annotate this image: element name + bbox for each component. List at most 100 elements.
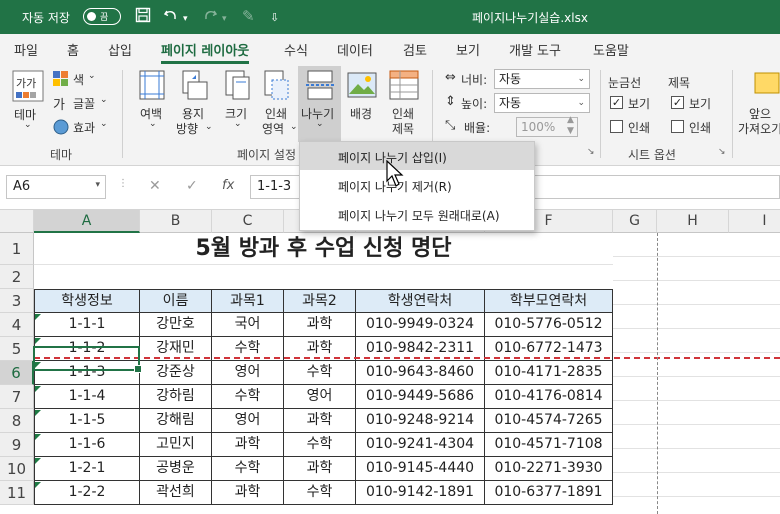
cancel-icon[interactable]: ✕ bbox=[149, 178, 161, 194]
tab-home[interactable]: 홈 bbox=[67, 40, 79, 59]
tab-data[interactable]: 데이터 bbox=[337, 40, 373, 59]
column-header[interactable]: I bbox=[729, 210, 780, 233]
headings-print-checkbox[interactable] bbox=[671, 120, 684, 133]
table-cell[interactable]: 곽선희 bbox=[140, 481, 212, 505]
tab-formulas[interactable]: 수식 bbox=[284, 40, 308, 59]
table-cell[interactable]: 1-1-1 bbox=[34, 313, 140, 337]
column-header[interactable]: B bbox=[140, 210, 212, 233]
effects-button[interactable]: 효과 bbox=[73, 119, 95, 136]
table-cell[interactable]: 010-5776-0512 bbox=[485, 313, 613, 337]
active-cell-selection[interactable] bbox=[33, 346, 142, 373]
orientation-dropdown-icon[interactable]: ⌄ bbox=[205, 122, 213, 132]
background-button[interactable]: 배경 bbox=[350, 105, 372, 122]
table-cell[interactable]: 국어 bbox=[212, 313, 284, 337]
fonts-button[interactable]: 글꼴 bbox=[73, 95, 95, 112]
chevron-down-icon[interactable]: ▾ bbox=[95, 180, 100, 190]
print-area-icon[interactable] bbox=[264, 70, 290, 103]
table-cell[interactable]: 고민지 bbox=[140, 433, 212, 457]
row-header[interactable]: 10 bbox=[0, 457, 34, 481]
row-header[interactable]: 11 bbox=[0, 481, 34, 505]
table-cell[interactable]: 010-4176-0814 bbox=[485, 385, 613, 409]
gridlines-view-checkbox[interactable]: ✓ bbox=[610, 96, 623, 109]
table-cell[interactable]: 010-9643-8460 bbox=[356, 361, 485, 385]
table-cell[interactable]: 010-9248-9214 bbox=[356, 409, 485, 433]
tab-file[interactable]: 파일 bbox=[14, 40, 38, 59]
table-header[interactable]: 학부모연락처 bbox=[485, 289, 613, 313]
undo-icon[interactable] bbox=[163, 7, 179, 27]
table-cell[interactable]: 010-6377-1891 bbox=[485, 481, 613, 505]
row-header[interactable]: 4 bbox=[0, 313, 34, 337]
autosave-toggle[interactable]: 끔 bbox=[83, 8, 121, 25]
bring-forward-line2[interactable]: 가져오기 bbox=[738, 120, 780, 137]
colors-dropdown-icon[interactable]: ⌄ bbox=[88, 71, 96, 81]
tab-page-layout[interactable]: 페이지 레이아웃 bbox=[161, 40, 250, 64]
table-cell[interactable]: 1-2-2 bbox=[34, 481, 140, 505]
row-header[interactable]: 3 bbox=[0, 289, 34, 313]
column-header[interactable]: H bbox=[657, 210, 729, 233]
height-select[interactable]: 자동 ⌄ bbox=[494, 93, 590, 113]
table-cell[interactable]: 과학 bbox=[284, 409, 356, 433]
column-header[interactable]: A bbox=[34, 210, 140, 233]
table-cell[interactable]: 수학 bbox=[212, 457, 284, 481]
sheet-title-cell[interactable]: 5월 방과 후 수업 신청 명단 bbox=[34, 233, 613, 265]
table-cell[interactable]: 강해림 bbox=[140, 409, 212, 433]
headings-view-checkbox[interactable]: ✓ bbox=[671, 96, 684, 109]
table-cell[interactable]: 010-4171-2835 bbox=[485, 361, 613, 385]
print-area-button-line2[interactable]: 영역 bbox=[262, 120, 284, 137]
table-cell[interactable]: 010-9241-4304 bbox=[356, 433, 485, 457]
table-cell[interactable]: 영어 bbox=[212, 409, 284, 433]
row-header[interactable]: 5 bbox=[0, 337, 34, 361]
print-titles-button-line2[interactable]: 제목 bbox=[392, 120, 414, 137]
effects-dropdown-icon[interactable]: ⌄ bbox=[100, 119, 108, 129]
themes-dropdown-icon[interactable]: ⌄ bbox=[24, 120, 32, 130]
table-cell[interactable]: 과학 bbox=[212, 481, 284, 505]
tab-review[interactable]: 검토 bbox=[403, 40, 427, 59]
table-header[interactable]: 과목1 bbox=[212, 289, 284, 313]
tab-view[interactable]: 보기 bbox=[456, 40, 480, 59]
undo-dropdown-icon[interactable]: ▾ bbox=[183, 10, 188, 28]
row-header[interactable]: 7 bbox=[0, 385, 34, 409]
table-cell[interactable]: 010-9145-4440 bbox=[356, 457, 485, 481]
select-all-corner[interactable] bbox=[0, 210, 34, 233]
width-select[interactable]: 자동 ⌄ bbox=[494, 69, 590, 89]
row-header[interactable]: 6 bbox=[0, 361, 34, 385]
table-cell[interactable]: 1-2-1 bbox=[34, 457, 140, 481]
table-cell[interactable]: 영어 bbox=[212, 361, 284, 385]
table-cell[interactable]: 강만호 bbox=[140, 313, 212, 337]
table-cell[interactable]: 과학 bbox=[284, 313, 356, 337]
background-icon[interactable] bbox=[347, 70, 377, 103]
customize-toolbar-icon[interactable]: ⇩ bbox=[270, 9, 279, 27]
orientation-button-line2[interactable]: 방향 bbox=[176, 120, 198, 137]
print-area-dropdown-icon[interactable]: ⌄ bbox=[290, 122, 298, 132]
table-cell[interactable]: 과학 bbox=[212, 433, 284, 457]
table-header[interactable]: 이름 bbox=[140, 289, 212, 313]
row-header[interactable]: 2 bbox=[0, 265, 34, 289]
breaks-dropdown-icon[interactable]: ⌄ bbox=[316, 119, 324, 129]
table-cell[interactable]: 010-4574-7265 bbox=[485, 409, 613, 433]
table-cell[interactable]: 영어 bbox=[284, 385, 356, 409]
margins-dropdown-icon[interactable]: ⌄ bbox=[149, 119, 157, 129]
reset-all-page-breaks-item[interactable]: 페이지 나누기 모두 원래대로(A) bbox=[300, 200, 534, 228]
bring-forward-icon[interactable] bbox=[754, 72, 780, 97]
column-header[interactable]: G bbox=[613, 210, 657, 233]
tab-developer[interactable]: 개발 도구 bbox=[509, 40, 561, 59]
table-cell[interactable]: 과학 bbox=[284, 457, 356, 481]
size-icon[interactable] bbox=[225, 70, 251, 103]
print-titles-icon[interactable] bbox=[389, 70, 419, 103]
tab-insert[interactable]: 삽입 bbox=[108, 40, 132, 59]
size-dropdown-icon[interactable]: ⌄ bbox=[234, 119, 242, 129]
insert-page-break-item[interactable]: 페이지 나누기 삽입(I) bbox=[300, 142, 534, 170]
colors-button[interactable]: 색 bbox=[73, 71, 84, 88]
row-header[interactable]: 1 bbox=[0, 233, 34, 265]
table-cell[interactable]: 010-2271-3930 bbox=[485, 457, 613, 481]
table-cell[interactable]: 1-1-6 bbox=[34, 433, 140, 457]
themes-icon[interactable]: 가가 bbox=[12, 70, 44, 105]
dialog-launcher-icon[interactable]: ↘ bbox=[718, 147, 726, 157]
row-header[interactable]: 9 bbox=[0, 433, 34, 457]
table-cell[interactable]: 수학 bbox=[284, 433, 356, 457]
table-cell[interactable]: 1-1-4 bbox=[34, 385, 140, 409]
table-cell[interactable]: 010-9142-1891 bbox=[356, 481, 485, 505]
name-box[interactable]: A6 ▾ bbox=[6, 175, 106, 199]
save-icon[interactable] bbox=[135, 7, 151, 27]
breaks-icon[interactable] bbox=[306, 70, 334, 103]
